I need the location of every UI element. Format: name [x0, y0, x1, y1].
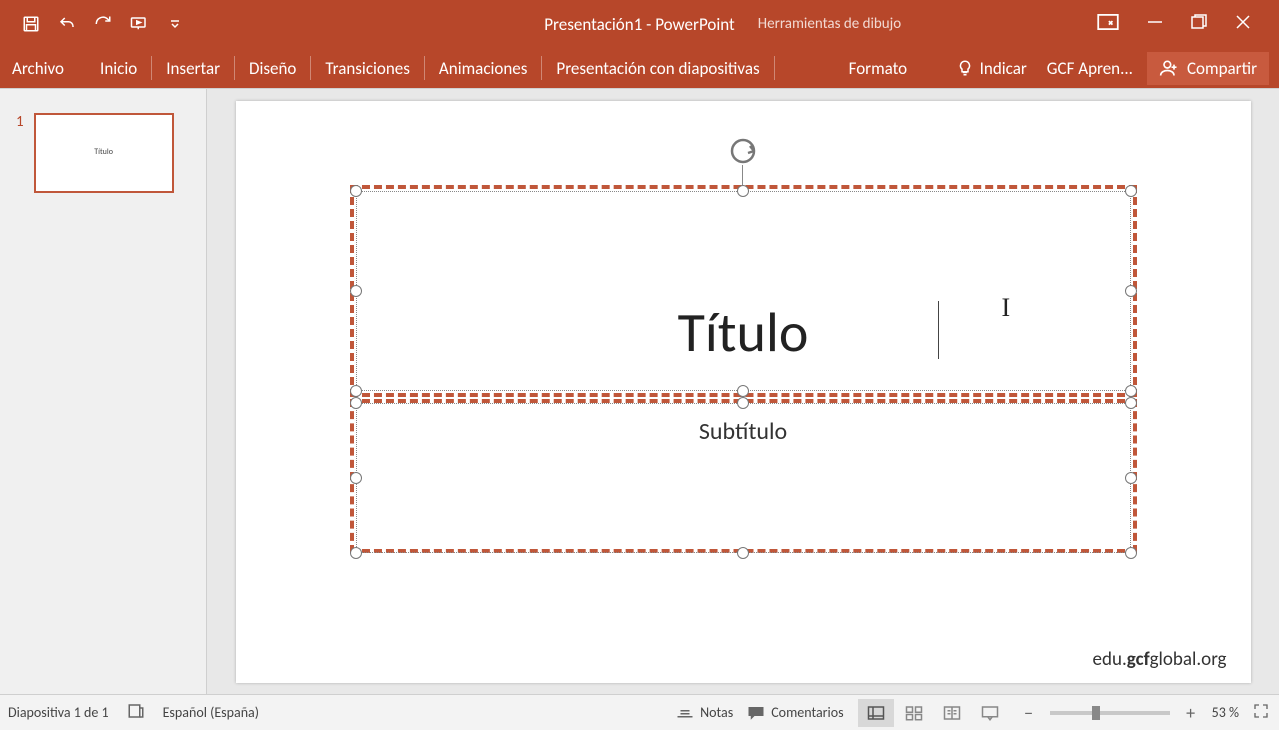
- tab-formato[interactable]: Formato: [825, 48, 932, 88]
- redo-icon[interactable]: [94, 15, 112, 33]
- tell-me-search[interactable]: Indicar: [950, 58, 1033, 79]
- resize-handle[interactable]: [350, 397, 362, 409]
- zoom-level[interactable]: 53 %: [1212, 704, 1239, 721]
- share-person-icon: [1159, 58, 1179, 78]
- slideshow-view-button[interactable]: [972, 699, 1008, 727]
- thumbnail-number: 1: [16, 113, 24, 131]
- notes-label: Notas: [700, 704, 733, 721]
- resize-handle[interactable]: [1125, 397, 1137, 409]
- thumbnail-preview[interactable]: Título: [34, 113, 174, 193]
- title-bar: Presentación1 - PowerPoint Herramientas …: [0, 0, 1279, 48]
- resize-handle[interactable]: [737, 185, 749, 197]
- resize-handle[interactable]: [350, 385, 362, 397]
- title-text[interactable]: Título: [356, 299, 1131, 367]
- view-buttons: [858, 699, 1008, 727]
- slide-sorter-view-button[interactable]: [896, 699, 932, 727]
- slide-thumbnails-pane[interactable]: 1 Título: [0, 89, 207, 694]
- resize-handle[interactable]: [350, 285, 362, 297]
- fit-to-window-button[interactable]: [1253, 703, 1269, 723]
- resize-handle[interactable]: [350, 547, 362, 559]
- maximize-icon[interactable]: [1191, 14, 1207, 35]
- subtitle-placeholder[interactable]: Subtítulo: [356, 403, 1131, 553]
- spellcheck-icon[interactable]: [127, 702, 145, 724]
- slide-counter[interactable]: Diapositiva 1 de 1: [8, 704, 109, 721]
- save-icon[interactable]: [22, 15, 40, 33]
- thumbnail-title-text: Título: [36, 147, 172, 157]
- account-name[interactable]: GCF Apren...: [1037, 58, 1143, 79]
- lightbulb-icon: [956, 59, 974, 77]
- ibeam-cursor-icon: I: [1002, 293, 1011, 323]
- normal-view-button[interactable]: [858, 699, 894, 727]
- resize-handle[interactable]: [350, 472, 362, 484]
- share-button[interactable]: Compartir: [1147, 52, 1269, 85]
- tab-insertar[interactable]: Insertar: [154, 48, 232, 88]
- status-bar: Diapositiva 1 de 1 Español (España) Nota…: [0, 694, 1279, 730]
- resize-handle[interactable]: [1125, 185, 1137, 197]
- resize-handle[interactable]: [737, 547, 749, 559]
- window-title: Presentación1 - PowerPoint: [0, 14, 1279, 35]
- comments-icon: [747, 705, 765, 721]
- resize-handle[interactable]: [1125, 385, 1137, 397]
- contextual-tab-label: Herramientas de dibujo: [700, 15, 959, 33]
- zoom-out-button[interactable]: −: [1022, 702, 1036, 724]
- thumbnail-item[interactable]: 1 Título: [0, 113, 206, 193]
- zoom-slider-thumb[interactable]: [1092, 706, 1100, 720]
- start-from-beginning-icon[interactable]: [130, 15, 148, 33]
- tell-me-label: Indicar: [980, 58, 1027, 79]
- slide[interactable]: Título I Subtítulo edu.gcfglobal.org: [236, 101, 1251, 683]
- text-cursor: [938, 301, 939, 359]
- subtitle-text[interactable]: Subtítulo: [356, 417, 1131, 446]
- slide-canvas-area[interactable]: Título I Subtítulo edu.gcfglobal.org: [207, 89, 1279, 694]
- comments-button[interactable]: Comentarios: [747, 704, 843, 721]
- resize-handle[interactable]: [1125, 547, 1137, 559]
- tab-archivo[interactable]: Archivo: [0, 48, 76, 88]
- tab-presentacion[interactable]: Presentación con diapositivas: [544, 48, 771, 88]
- resize-handle[interactable]: [1125, 285, 1137, 297]
- tab-inicio[interactable]: Inicio: [88, 48, 149, 88]
- resize-handle[interactable]: [350, 185, 362, 197]
- tab-diseno[interactable]: Diseño: [237, 48, 308, 88]
- reading-view-button[interactable]: [934, 699, 970, 727]
- share-label: Compartir: [1187, 58, 1257, 79]
- language-indicator[interactable]: Español (España): [163, 704, 259, 721]
- resize-handle[interactable]: [737, 397, 749, 409]
- zoom-slider[interactable]: [1050, 711, 1170, 715]
- tab-animaciones[interactable]: Animaciones: [427, 48, 540, 88]
- notes-button[interactable]: Notas: [676, 704, 733, 721]
- qat-dropdown-icon[interactable]: [166, 15, 184, 33]
- minimize-icon[interactable]: [1147, 14, 1163, 35]
- notes-icon: [676, 706, 694, 720]
- close-icon[interactable]: [1235, 14, 1251, 35]
- tab-transiciones[interactable]: Transiciones: [313, 48, 422, 88]
- resize-handle[interactable]: [737, 385, 749, 397]
- workspace: 1 Título: [0, 88, 1279, 694]
- rotate-handle-icon[interactable]: [727, 135, 759, 167]
- title-placeholder[interactable]: Título I: [356, 191, 1131, 391]
- ribbon-tabs: Archivo Inicio Insertar Diseño Transicio…: [0, 48, 1279, 88]
- quick-access-toolbar: [0, 15, 184, 33]
- resize-handle[interactable]: [1125, 472, 1137, 484]
- zoom-in-button[interactable]: +: [1184, 702, 1198, 724]
- watermark: edu.gcfglobal.org: [1093, 648, 1227, 671]
- ribbon-display-options-icon[interactable]: [1097, 14, 1119, 35]
- undo-icon[interactable]: [58, 15, 76, 33]
- window-controls: [1097, 14, 1279, 35]
- comments-label: Comentarios: [771, 704, 843, 721]
